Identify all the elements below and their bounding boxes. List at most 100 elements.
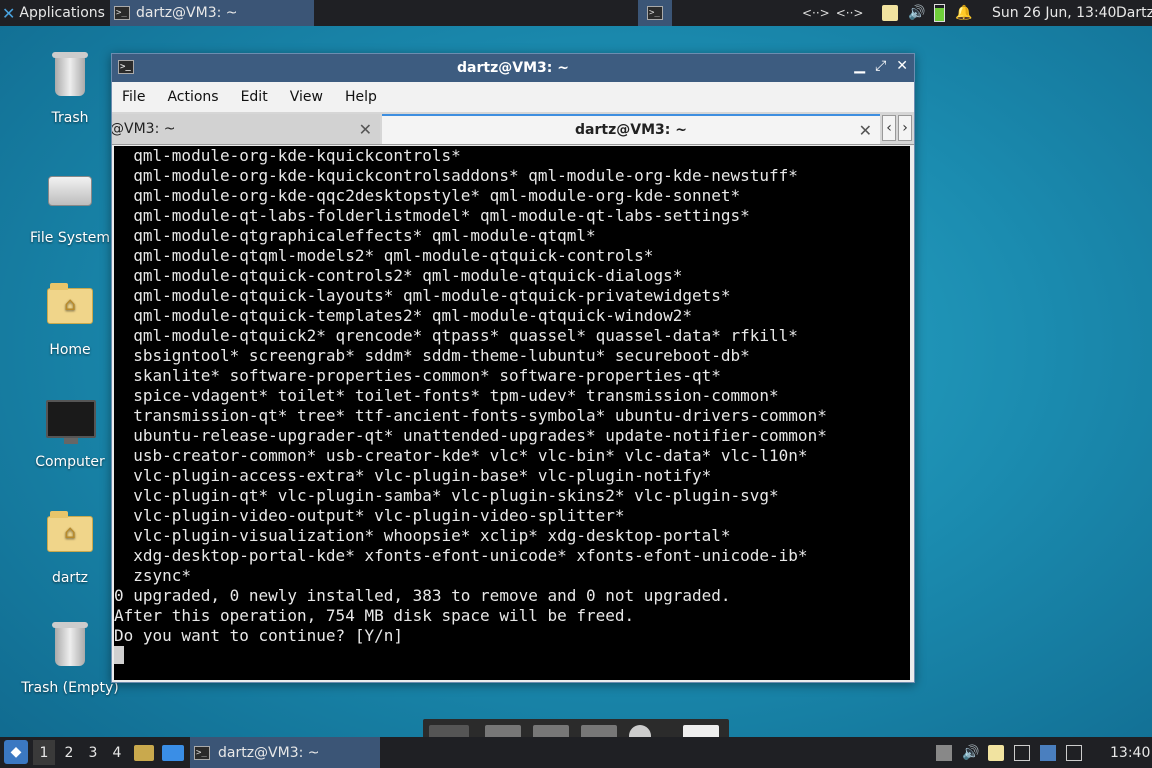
system-tray: 🔊 🔔 (882, 0, 972, 26)
workspace-3[interactable]: 3 (82, 737, 104, 768)
battery-icon[interactable] (934, 4, 945, 22)
menu-edit[interactable]: Edit (241, 89, 268, 105)
taskbar-terminal-button[interactable]: >_ dartz@VM3: ~ (190, 737, 380, 768)
close-icon[interactable]: ✕ (896, 58, 908, 74)
workspace-2[interactable]: 2 (58, 737, 80, 768)
tab-terminal-1[interactable]: @VM3: ~ ✕ (112, 114, 380, 144)
terminal-output[interactable]: qml-module-org-kde-kquickcontrols* qml-m… (114, 146, 910, 680)
terminal-line: qml-module-qt-labs-folderlistmodel* qml-… (114, 206, 750, 225)
desktop-icon-file-system[interactable]: File System (16, 166, 124, 246)
dock-item[interactable] (683, 725, 719, 737)
network-monitor[interactable]: <··> <··> (802, 0, 864, 26)
chevron-right-icon[interactable]: › (898, 115, 912, 141)
user-menu[interactable]: Dartz (1116, 0, 1152, 26)
xfce-logo-icon: ✕ (2, 3, 16, 23)
terminal-line: vlc-plugin-visualization* whoopsie* xcli… (114, 526, 731, 545)
dock-item[interactable] (581, 725, 617, 737)
menu-view[interactable]: View (290, 89, 323, 105)
terminal-line: transmission-qt* tree* ttf-ancient-fonts… (114, 406, 827, 425)
desktop-icon-label: dartz (51, 570, 89, 586)
terminal-icon: >_ (647, 6, 663, 20)
minimize-icon[interactable]: ▁ (854, 58, 865, 74)
desktop-icon-label: File System (29, 230, 111, 246)
notification-bell-icon[interactable]: 🔔 (955, 5, 972, 21)
volume-icon[interactable]: 🔊 (962, 745, 979, 761)
terminal-line: After this operation, 754 MB disk space … (114, 606, 635, 625)
terminal-line: 0 upgraded, 0 newly installed, 383 to re… (114, 586, 731, 605)
menu-file[interactable]: File (122, 89, 145, 105)
desktop-icon-label: Computer (35, 454, 105, 470)
desktop-icon-computer[interactable]: Computer (16, 394, 124, 470)
terminal-line: skanlite* software-properties-common* so… (114, 366, 721, 385)
volume-icon[interactable]: 🔊 (908, 5, 925, 21)
clipboard-icon[interactable] (882, 5, 898, 21)
terminal-icon: >_ (194, 745, 210, 760)
window-titlebar[interactable]: >_ dartz@VM3: ~ ▁ ⤢ ✕ (112, 54, 914, 82)
dock (423, 719, 729, 737)
window-title: dartz@VM3: ~ (457, 60, 569, 76)
maximize-icon[interactable]: ⤢ (875, 58, 886, 74)
desktop-icon-label: Trash (51, 110, 89, 126)
dock-item[interactable] (485, 725, 521, 737)
terminal-line: qml-module-org-kde-qqc2desktopstyle* qml… (114, 186, 741, 205)
file-manager-icon[interactable] (134, 745, 154, 761)
desktop-icon-trash-empty[interactable]: Trash (Empty) (16, 622, 124, 696)
terminal-line: usb-creator-common* usb-creator-kde* vlc… (114, 446, 808, 465)
home-folder-icon (47, 283, 93, 324)
terminal-line: qml-module-qtqml-models2* qml-module-qtq… (114, 246, 654, 265)
menu-actions[interactable]: Actions (167, 89, 218, 105)
chevron-left-icon[interactable]: ‹ (882, 115, 896, 141)
desktop-icon-label: Trash (Empty) (21, 680, 119, 696)
terminal-line: vlc-plugin-access-extra* vlc-plugin-base… (114, 466, 712, 485)
tab-label: dartz@VM3: ~ (575, 122, 687, 138)
trash-icon (52, 52, 88, 96)
task-title: dartz@VM3: ~ (218, 744, 320, 761)
terminal-line: qml-module-org-kde-kquickcontrolsaddons*… (114, 166, 798, 185)
terminal-line: qml-module-qtquick-layouts* qml-module-q… (114, 286, 731, 305)
terminal-window: >_ dartz@VM3: ~ ▁ ⤢ ✕ File Actions Edit … (111, 53, 915, 683)
dock-item[interactable] (629, 725, 651, 737)
desktop-icon-label: Home (49, 342, 91, 358)
terminal-line: qml-module-qtgraphicaleffects* qml-modul… (114, 226, 596, 245)
monitor-icon (46, 400, 96, 444)
desktop-icon-dartz[interactable]: dartz (16, 508, 124, 586)
terminal-line: zsync* (114, 566, 192, 585)
applications-menu[interactable]: ✕ Applications (2, 0, 105, 26)
dock-item[interactable] (533, 725, 569, 737)
desktop-icon-home[interactable]: Home (16, 280, 124, 358)
text-cursor (114, 646, 124, 664)
terminal-line: qml-module-qtquick2* qrencode* qtpass* q… (114, 326, 798, 345)
network-icon[interactable] (1014, 744, 1030, 761)
update-icon[interactable] (936, 744, 952, 761)
network-traffic-icon: <··> (802, 6, 830, 20)
dock-item[interactable] (429, 725, 469, 737)
tab-terminal-2[interactable]: dartz@VM3: ~ ✕ (382, 114, 880, 144)
menu-help[interactable]: Help (345, 89, 377, 105)
terminal-line: qml-module-qtquick-controls2* qml-module… (114, 266, 683, 285)
close-icon[interactable]: ✕ (859, 121, 872, 140)
display-icon[interactable] (1066, 744, 1082, 761)
taskbar-terminal-button[interactable]: >_ dartz@VM3: ~ (110, 0, 314, 26)
terminal-line: sbsigntool* screengrab* sddm* sddm-theme… (114, 346, 750, 365)
terminal-line: qml-module-org-kde-kquickcontrols* (114, 146, 461, 165)
applications-label: Applications (19, 5, 105, 21)
clipboard-icon[interactable] (988, 744, 1004, 761)
terminal-line: vlc-plugin-qt* vlc-plugin-samba* vlc-plu… (114, 486, 779, 505)
menu-bar: File Actions Edit View Help (112, 82, 914, 112)
clock[interactable]: 13:40 (1110, 737, 1150, 768)
quick-terminal-launcher[interactable]: >_ (638, 0, 672, 26)
workspace-1[interactable]: 1 (33, 740, 55, 765)
show-desktop-icon[interactable] (162, 745, 184, 761)
trash-icon (52, 622, 88, 666)
network-info-icon[interactable] (1040, 744, 1056, 761)
network-traffic-icon: <··> (835, 6, 864, 20)
terminal-icon: >_ (114, 6, 130, 20)
clock[interactable]: Sun 26 Jun, 13:40 (992, 0, 1116, 26)
desktop-icon-trash[interactable]: Trash (16, 52, 124, 126)
workspace-4[interactable]: 4 (106, 737, 128, 768)
close-icon[interactable]: ✕ (359, 120, 372, 139)
bottom-panel: ◆ 1 2 3 4 >_ dartz@VM3: ~ 🔊 13:40 (0, 737, 1152, 768)
terminal-line: spice-vdagent* toilet* toilet-fonts* tpm… (114, 386, 779, 405)
terminal-line: xdg-desktop-portal-kde* xfonts-efont-uni… (114, 546, 808, 565)
lubuntu-menu-icon[interactable]: ◆ (4, 740, 28, 764)
